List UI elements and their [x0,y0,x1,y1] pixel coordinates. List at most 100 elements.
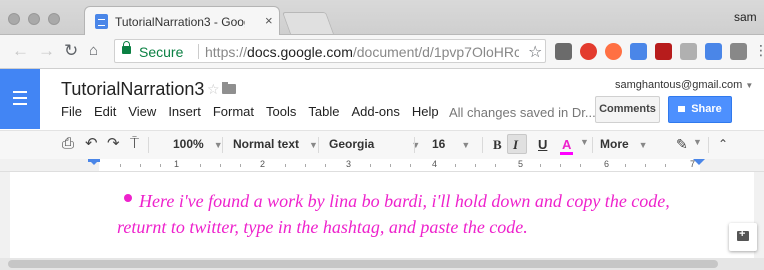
ruler-tick [645,164,646,167]
ruler-tick [625,164,626,167]
explore-icon[interactable] [729,223,757,251]
profile-name[interactable]: sam [734,10,764,24]
undo-icon[interactable]: ↶ [85,136,98,152]
window-minimize-button[interactable] [28,13,40,25]
editing-mode-icon[interactable]: ✎ [676,136,688,152]
save-status[interactable]: All changes saved in Dr... [449,105,596,120]
menu-insert[interactable]: Insert [168,104,201,119]
comments-button[interactable]: Comments [595,96,660,123]
camera-icon[interactable] [730,43,747,60]
omnibox-divider [198,44,199,59]
document-page[interactable]: Here i've found a work by lina bo bardi,… [10,172,754,258]
menu-view[interactable]: View [128,104,156,119]
url-text[interactable]: https://docs.google.com/document/d/1pvp7… [205,44,519,60]
chevron-down-icon[interactable]: ▼ [693,137,702,147]
extension-icon[interactable] [680,43,697,60]
menu-file[interactable]: File [61,104,82,119]
document-canvas: Here i've found a work by lina bo bardi,… [0,172,764,258]
ruler-tick [665,164,666,167]
menu-table[interactable]: Table [308,104,339,119]
window-zoom-button[interactable] [48,13,60,25]
ruler-tick [220,164,221,167]
folder-icon[interactable] [222,82,236,94]
italic-button[interactable]: I [513,137,518,153]
ruler-tick [285,164,286,167]
share-button[interactable]: Share [668,96,732,123]
ruler-tick [580,164,581,167]
print-icon[interactable]: ⎙ [62,136,74,152]
lock-icon [678,106,686,112]
ruler-tick [120,164,121,167]
docs-favicon-icon [95,14,108,29]
font-select[interactable]: Georgia ▼ [329,137,420,151]
bold-button[interactable]: B [493,137,502,153]
extension-icon[interactable] [705,43,722,60]
ruler-number: 1 [174,159,180,169]
redo-icon[interactable]: ↷ [107,136,120,152]
text-color-indicator [560,152,573,155]
toolbar-divider [482,137,483,153]
ruler-tick [140,164,141,167]
address-bar[interactable]: Secure https://docs.google.com/document/… [114,39,546,63]
scrollbar-thumb[interactable] [8,260,718,268]
ruler[interactable]: 1 2 3 4 5 6 7 [0,159,764,172]
ruler-tick [240,164,241,167]
toolbar-divider [708,137,709,153]
ruler-number: 5 [518,159,524,169]
tab-title: TutorialNarration3 - Google Do [115,15,245,29]
toolbar-divider [148,137,149,153]
toolbar-divider [414,137,415,153]
text-color-button[interactable]: A [562,137,571,152]
bullet-paragraph[interactable]: Here i've found a work by lina bo bardi,… [117,188,722,240]
menu-tools[interactable]: Tools [266,104,296,119]
document-title[interactable]: TutorialNarration3 [61,79,204,100]
ruler-tick [410,164,411,167]
docs-extension-icon[interactable] [630,43,647,60]
left-indent-marker[interactable] [88,159,100,165]
formatting-toolbar: ⎙ ↶ ↷ ⍑ 100% ▼ Normal text ▼ Georgia ▼ 16 ▼ … [0,130,764,160]
underline-button[interactable]: U [538,137,547,152]
extension-icon[interactable] [655,43,672,60]
new-tab-button[interactable] [281,12,335,34]
collapse-toolbar-icon[interactable]: ⌃ [718,136,728,152]
ruler-tick [370,164,371,167]
ruler-tick [305,164,306,167]
star-icon[interactable]: ☆ [207,81,220,98]
horizontal-scrollbar[interactable] [0,258,764,270]
ruler-number: 6 [604,159,610,169]
ruler-tick [390,164,391,167]
ruler-tick [540,164,541,167]
secure-label: Secure [139,44,184,60]
account-email[interactable]: samghantous@gmail.com ▼ [615,79,753,91]
reload-icon[interactable]: ↻ [64,42,78,59]
menu-edit[interactable]: Edit [94,104,116,119]
browser-tab-bar: TutorialNarration3 - Google Do × sam [0,0,764,35]
extension-icon[interactable] [555,43,572,60]
toolbar-divider [592,137,593,153]
tab-close-icon[interactable]: × [265,13,273,28]
chevron-down-icon[interactable]: ▼ [580,137,589,147]
forward-icon[interactable]: → [38,42,55,59]
toolbar-divider [318,137,319,153]
zoom-select[interactable]: 100% ▼ [173,137,223,151]
menu-format[interactable]: Format [213,104,254,119]
more-button[interactable]: More ▼ [600,137,648,151]
menu-addons[interactable]: Add-ons [351,104,399,119]
style-select[interactable]: Normal text ▼ [233,137,318,151]
menu-icon[interactable]: ⋮ [754,42,764,59]
home-icon[interactable]: ⌂ [89,42,98,59]
pinterest-icon[interactable] [580,43,597,60]
bookmark-star-icon[interactable]: ☆ [528,42,542,62]
back-icon[interactable]: ← [12,42,29,59]
ruler-tick [560,164,561,167]
menu-help[interactable]: Help [412,104,439,119]
font-size-select[interactable]: 16 ▼ [432,137,470,151]
docs-home-icon[interactable] [0,69,40,129]
window-close-button[interactable] [8,13,20,25]
paint-format-icon[interactable]: ⍑ [130,136,139,152]
ruler-tick [160,164,161,167]
ruler-number: 3 [346,159,352,169]
browser-tab[interactable]: TutorialNarration3 - Google Do × [84,6,280,35]
extension-icon[interactable] [605,43,622,60]
ruler-number: 7 [690,159,696,169]
